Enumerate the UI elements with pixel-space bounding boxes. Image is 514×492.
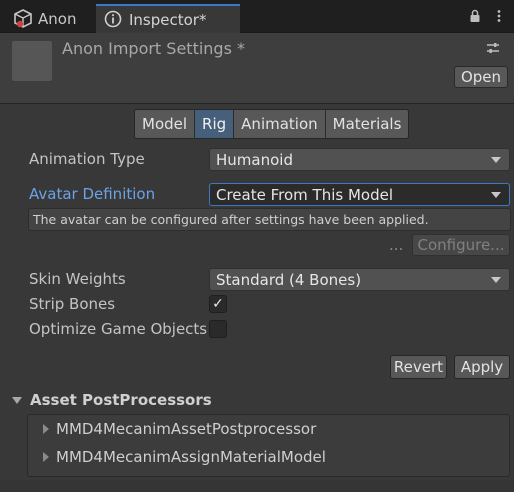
strip-bones-label: Strip Bones — [29, 295, 116, 313]
asset-title: Anon Import Settings * — [62, 39, 245, 58]
avatar-definition-value: Create From This Model — [216, 185, 393, 204]
tab-rig[interactable]: Rig — [195, 110, 235, 138]
strip-bones-checkbox[interactable]: ✓ — [209, 295, 227, 313]
list-item[interactable]: MMD4MecanimAssignMaterialModel — [43, 448, 326, 466]
postprocessor-name: MMD4MecanimAssignMaterialModel — [56, 448, 326, 466]
foldout-collapsed-icon — [43, 452, 49, 462]
asset-thumbnail — [12, 41, 52, 81]
lock-icon[interactable] — [468, 9, 482, 23]
tab-inspector[interactable]: Inspector* — [96, 4, 240, 33]
avatar-help-box: The avatar can be configured after setti… — [28, 208, 511, 231]
apply-button[interactable]: Apply — [454, 355, 510, 379]
list-item[interactable]: MMD4MecanimAssetPostprocessor — [43, 420, 316, 438]
avatar-definition-dropdown[interactable]: Create From This Model — [209, 183, 510, 206]
chevron-down-icon — [491, 277, 501, 283]
configure-ellipsis: ... — [389, 236, 404, 254]
chevron-down-icon — [491, 157, 501, 163]
info-icon — [103, 9, 125, 31]
animation-type-dropdown[interactable]: Humanoid — [209, 148, 510, 171]
window-tab-bar: Anon Inspector* — [0, 0, 514, 33]
postprocessors-list: MMD4MecanimAssetPostprocessor MMD4Mecani… — [27, 414, 510, 477]
inspector-header: Anon Import Settings * Open — [0, 33, 514, 104]
animation-type-label: Animation Type — [29, 150, 145, 168]
revert-button[interactable]: Revert — [390, 355, 447, 379]
tab-inspector-label: Inspector* — [129, 10, 207, 29]
postprocessor-name: MMD4MecanimAssetPostprocessor — [56, 420, 317, 438]
tab-anon-label: Anon — [38, 9, 77, 28]
avatar-definition-label: Avatar Definition — [29, 185, 156, 203]
foldout-expanded-icon — [12, 396, 22, 404]
tab-materials[interactable]: Materials — [325, 110, 409, 138]
skin-weights-dropdown[interactable]: Standard (4 Bones) — [209, 268, 510, 291]
open-button[interactable]: Open — [454, 66, 508, 88]
skin-weights-value: Standard (4 Bones) — [216, 270, 362, 289]
tab-animation[interactable]: Animation — [234, 110, 326, 138]
cube-prefab-icon — [12, 8, 34, 30]
import-tabs: Model Rig Animation Materials — [134, 109, 410, 139]
bottom-strip — [0, 480, 514, 492]
skin-weights-label: Skin Weights — [29, 270, 126, 288]
optimize-game-objects-label: Optimize Game Objects — [29, 320, 208, 338]
asset-postprocessors-header[interactable]: Asset PostProcessors — [12, 391, 212, 409]
tab-model[interactable]: Model — [135, 110, 196, 138]
foldout-collapsed-icon — [43, 424, 49, 434]
settings-sliders-icon[interactable] — [486, 41, 500, 55]
optimize-game-objects-checkbox[interactable] — [209, 320, 227, 338]
chevron-down-icon — [491, 192, 501, 198]
tab-anon[interactable]: Anon — [0, 4, 94, 33]
checkmark-icon: ✓ — [212, 296, 224, 312]
configure-button[interactable]: Configure... — [412, 234, 510, 256]
more-options-icon[interactable] — [492, 9, 506, 23]
asset-postprocessors-title: Asset PostProcessors — [30, 391, 212, 409]
animation-type-value: Humanoid — [216, 150, 293, 169]
